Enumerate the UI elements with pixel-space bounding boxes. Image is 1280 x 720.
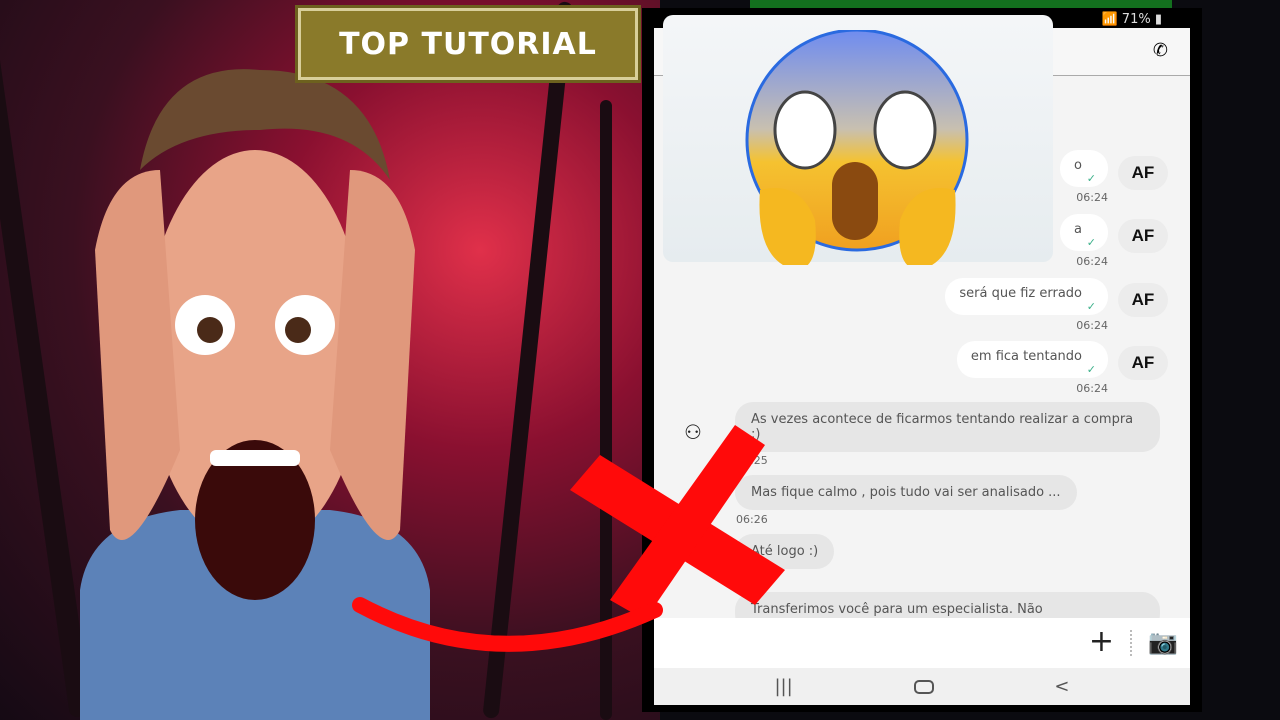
check-icon: ✓ <box>1086 363 1096 376</box>
plus-icon[interactable]: + <box>1089 624 1114 659</box>
back-icon[interactable]: < <box>1054 676 1069 697</box>
check-icon: ✓ <box>1086 236 1096 249</box>
message-time: 06:24 <box>1076 191 1108 204</box>
android-nav-bar: ||| < <box>654 668 1190 705</box>
message-text: em fica tentando <box>970 349 1082 364</box>
incoming-message: As vezes acontece de ficarmos tentando r… <box>735 402 1160 452</box>
message-time: 06:25 <box>736 454 768 467</box>
phone-call-icon[interactable]: ✆ <box>1153 40 1168 61</box>
camera-icon[interactable]: 📷 <box>1148 628 1178 656</box>
message-text: a <box>1074 222 1082 237</box>
message-text: será que fiz errado <box>959 286 1082 301</box>
message-text: o <box>1074 158 1082 173</box>
outgoing-message: o ✓ <box>1060 150 1108 187</box>
agent-avatar-icon: ⚇ <box>684 420 702 444</box>
avatar: AF <box>1118 219 1168 253</box>
recent-apps-icon[interactable]: ||| <box>774 676 792 697</box>
message-time: 06:24 <box>1076 319 1108 332</box>
message-time: 06:24 <box>1076 382 1108 395</box>
check-icon: ✓ <box>1086 172 1096 185</box>
screaming-emoji <box>745 30 969 265</box>
outgoing-message: será que fiz errado ✓ <box>945 278 1108 315</box>
divider <box>1130 630 1132 656</box>
avatar: AF <box>1118 283 1168 317</box>
message-time: 06:26 <box>736 513 768 526</box>
banner-title: TOP TUTORIAL <box>339 26 597 62</box>
avatar: AF <box>1118 346 1168 380</box>
top-tutorial-banner: TOP TUTORIAL <box>298 8 638 80</box>
outgoing-message: em fica tentando ✓ <box>956 341 1108 378</box>
home-icon[interactable] <box>913 679 934 694</box>
avatar: AF <box>1118 156 1168 190</box>
incoming-message: Até logo :) <box>735 534 835 569</box>
battery-level: 71% <box>1121 12 1151 27</box>
status-bar: 📶 71% ▮ <box>1101 12 1162 27</box>
check-icon: ✓ <box>1086 300 1096 313</box>
incoming-message: Mas fique calmo , pois tudo vai ser anal… <box>735 475 1077 510</box>
message-time: 06:24 <box>1076 255 1108 268</box>
outgoing-message: a ✓ <box>1060 214 1108 251</box>
message-input-bar[interactable]: + 📷 <box>654 618 1190 668</box>
shocked-man-image <box>80 69 430 720</box>
